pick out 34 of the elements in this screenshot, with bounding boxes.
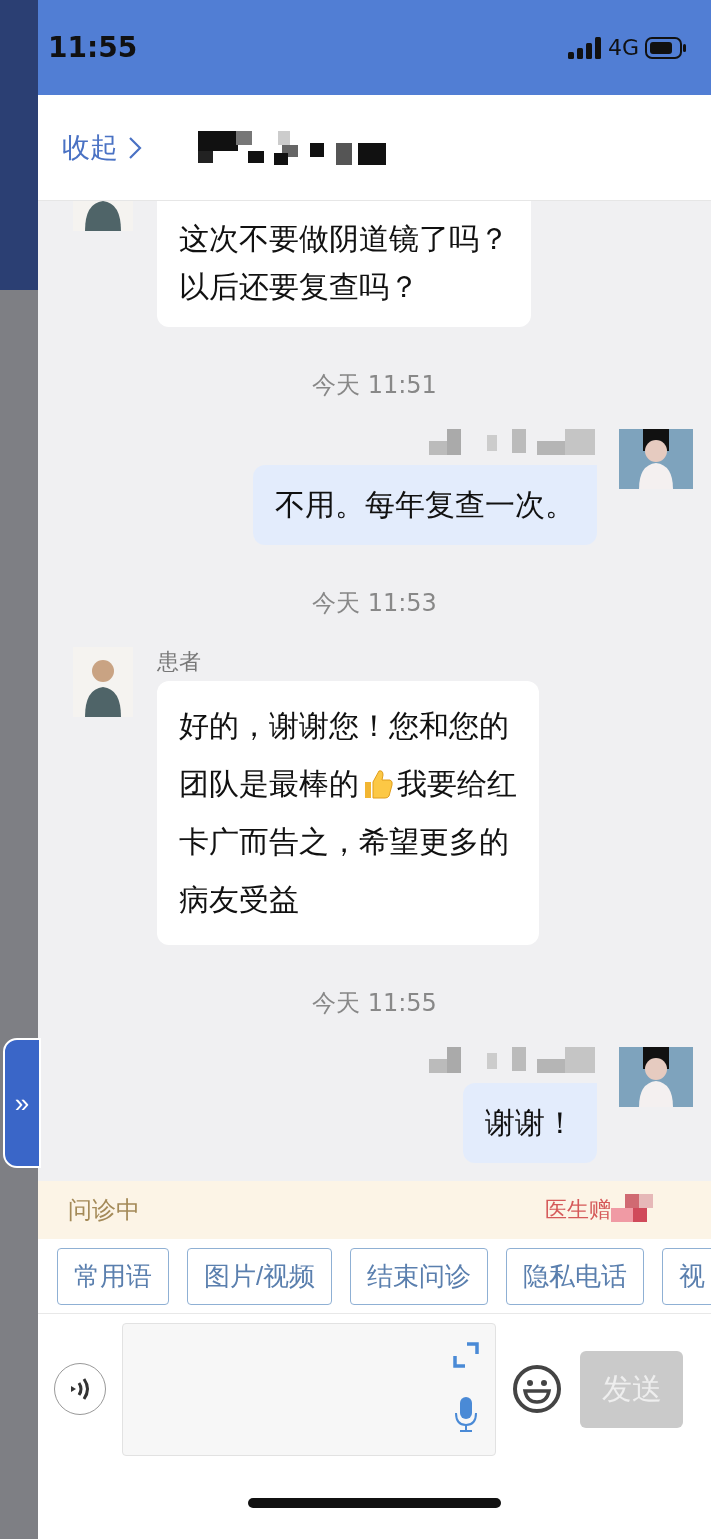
message-text: 不用。每年复查一次。: [275, 486, 575, 524]
quick-action-button[interactable]: 视: [662, 1247, 711, 1305]
message-text: 我要给红: [397, 764, 517, 803]
message-text: 这次不要做阴道镜了吗？: [179, 220, 509, 258]
network-label: 4G: [607, 35, 639, 60]
consult-status: 问诊中: [68, 1195, 140, 1226]
message-text: 谢谢！: [485, 1104, 575, 1142]
quick-action-button[interactable]: 隐私电话: [506, 1247, 645, 1305]
quick-action-button[interactable]: 图片/视频: [187, 1247, 333, 1305]
emoji-icon[interactable]: [512, 1364, 562, 1414]
message-text: 团队是最棒的: [179, 764, 359, 803]
quick-action-button[interactable]: 常用语: [57, 1247, 169, 1305]
timestamp: 今天 11:53: [311, 588, 438, 619]
quick-action-button[interactable]: 结束问诊: [350, 1247, 489, 1305]
message-text: 好的，谢谢您！您和您的: [179, 706, 509, 745]
voice-button[interactable]: [54, 1363, 106, 1415]
collapse-link[interactable]: 收起: [62, 128, 142, 167]
battery-icon: [645, 36, 687, 59]
message-text: 卡广而告之，希望更多的: [179, 822, 509, 861]
message-text: 病友受益: [179, 880, 299, 919]
message-input[interactable]: [122, 1322, 496, 1456]
timestamp: 今天 11:51: [311, 370, 438, 401]
expand-tab[interactable]: »: [3, 1038, 41, 1168]
message-text: 以后还要复查吗？: [179, 268, 420, 306]
avatar-icon: [619, 429, 693, 489]
timestamp: 今天 11:55: [311, 988, 438, 1019]
status-time: 11:55: [48, 31, 138, 64]
gift-link[interactable]: 医生赠: [545, 1195, 611, 1225]
microphone-icon[interactable]: [453, 1396, 479, 1433]
sender-name: 患者: [157, 648, 202, 676]
signal-icon: [567, 36, 602, 59]
expand-icon[interactable]: [453, 1341, 479, 1368]
chevron-icon: [128, 135, 142, 160]
avatar-icon: [619, 1047, 693, 1107]
